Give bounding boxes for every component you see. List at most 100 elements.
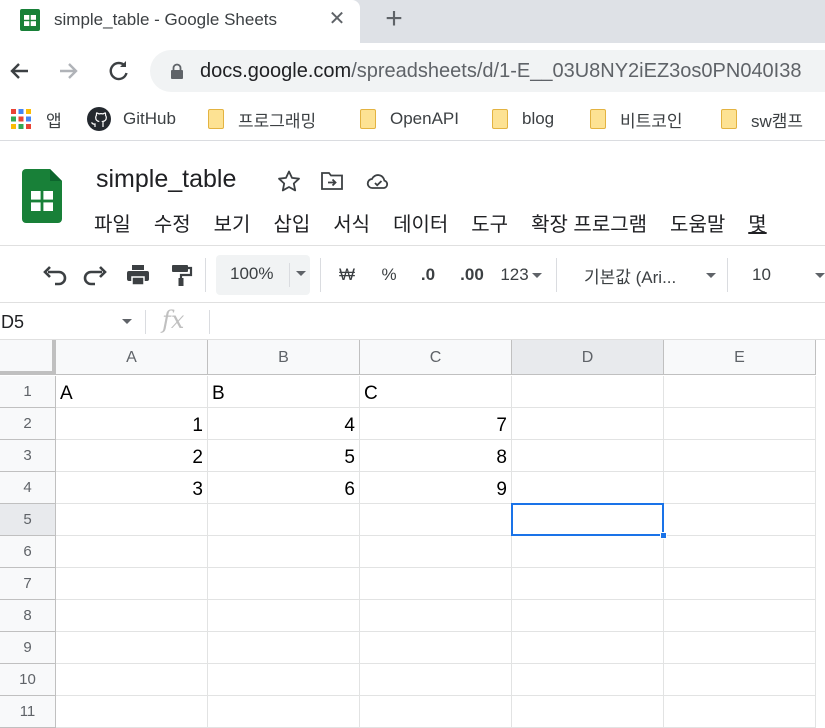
cell-e3[interactable] — [664, 440, 816, 472]
cell-c8[interactable] — [360, 600, 512, 632]
column-header-a[interactable]: A — [56, 340, 208, 375]
cell-d10[interactable] — [512, 664, 664, 696]
menu-tools[interactable]: 도구 — [471, 208, 508, 238]
cloud-saved-icon[interactable] — [366, 170, 390, 192]
row-header-11[interactable]: 11 — [0, 696, 56, 728]
cell-e11[interactable] — [664, 696, 816, 728]
cell-b5[interactable] — [208, 504, 360, 536]
cell-e2[interactable] — [664, 408, 816, 440]
cell-a1[interactable]: A — [56, 376, 208, 408]
menu-last-edit[interactable]: 몇 — [748, 208, 766, 238]
menu-file[interactable]: 파일 — [94, 208, 131, 238]
font-family-select[interactable]: 기본값 (Ari... — [584, 263, 716, 287]
cell-a5[interactable] — [56, 504, 208, 536]
menu-edit[interactable]: 수정 — [154, 208, 191, 238]
cell-e6[interactable] — [664, 536, 816, 568]
cell-e5[interactable] — [664, 504, 816, 536]
formula-input[interactable] — [212, 304, 825, 340]
cell-a2[interactable]: 1 — [56, 408, 208, 440]
select-all-corner[interactable] — [0, 340, 56, 375]
cell-c11[interactable] — [360, 696, 512, 728]
cell-e10[interactable] — [664, 664, 816, 696]
cell-c9[interactable] — [360, 632, 512, 664]
forward-arrow-icon[interactable] — [54, 57, 82, 85]
cell-c5[interactable] — [360, 504, 512, 536]
cell-a4[interactable]: 3 — [56, 472, 208, 504]
bookmark-folder-bitcoin[interactable]: 비트코인 — [590, 107, 683, 131]
row-header-7[interactable]: 7 — [0, 568, 56, 600]
cell-c7[interactable] — [360, 568, 512, 600]
cell-d4[interactable] — [512, 472, 664, 504]
cell-e4[interactable] — [664, 472, 816, 504]
redo-icon[interactable] — [82, 263, 110, 287]
row-header-5[interactable]: 5 — [0, 504, 56, 536]
bookmark-folder-openapi[interactable]: OpenAPI — [360, 107, 459, 131]
column-header-d[interactable]: D — [512, 340, 664, 375]
cell-e7[interactable] — [664, 568, 816, 600]
increase-decimal-button[interactable]: .00 — [456, 263, 488, 287]
bookmark-folder-programming[interactable]: 프로그래밍 — [208, 107, 316, 131]
cell-d6[interactable] — [512, 536, 664, 568]
cell-d2[interactable] — [512, 408, 664, 440]
cell-d3[interactable] — [512, 440, 664, 472]
cell-e1[interactable] — [664, 376, 816, 408]
cell-c4[interactable]: 9 — [360, 472, 512, 504]
cell-d5[interactable] — [512, 504, 664, 536]
cell-c6[interactable] — [360, 536, 512, 568]
cell-c3[interactable]: 8 — [360, 440, 512, 472]
bookmark-apps[interactable]: 앱 — [10, 107, 62, 131]
cell-d9[interactable] — [512, 632, 664, 664]
cell-c10[interactable] — [360, 664, 512, 696]
cell-c2[interactable]: 7 — [360, 408, 512, 440]
cell-b8[interactable] — [208, 600, 360, 632]
cell-b11[interactable] — [208, 696, 360, 728]
cell-e8[interactable] — [664, 600, 816, 632]
column-header-e[interactable]: E — [664, 340, 816, 375]
number-format-select[interactable]: 123 — [497, 263, 545, 287]
close-tab-icon[interactable]: ✕ — [324, 6, 350, 32]
star-icon[interactable] — [277, 170, 301, 192]
cell-d11[interactable] — [512, 696, 664, 728]
cell-a11[interactable] — [56, 696, 208, 728]
row-header-9[interactable]: 9 — [0, 632, 56, 664]
browser-tab[interactable]: simple_table - Google Sheets ✕ — [0, 0, 360, 43]
menu-view[interactable]: 보기 — [214, 208, 251, 238]
menu-data[interactable]: 데이터 — [393, 208, 448, 238]
menu-insert[interactable]: 삽입 — [273, 208, 310, 238]
reload-icon[interactable] — [104, 57, 132, 85]
column-header-c[interactable]: C — [360, 340, 512, 375]
fill-handle[interactable] — [660, 532, 667, 539]
bookmark-folder-blog[interactable]: blog — [492, 107, 554, 131]
percent-format-button[interactable]: % — [378, 263, 400, 287]
bookmark-github[interactable]: GitHub — [86, 107, 176, 131]
menu-extensions[interactable]: 확장 프로그램 — [531, 208, 647, 238]
row-header-6[interactable]: 6 — [0, 536, 56, 568]
cell-a6[interactable] — [56, 536, 208, 568]
cell-d8[interactable] — [512, 600, 664, 632]
cell-a3[interactable]: 2 — [56, 440, 208, 472]
row-header-8[interactable]: 8 — [0, 600, 56, 632]
cell-b9[interactable] — [208, 632, 360, 664]
cell-b7[interactable] — [208, 568, 360, 600]
font-size-select[interactable]: 10 — [752, 263, 825, 287]
move-to-folder-icon[interactable] — [320, 170, 344, 192]
cell-b6[interactable] — [208, 536, 360, 568]
cell-d7[interactable] — [512, 568, 664, 600]
back-arrow-icon[interactable] — [6, 57, 34, 85]
undo-icon[interactable] — [40, 263, 68, 287]
currency-format-button[interactable]: ₩ — [336, 263, 358, 287]
decrease-decimal-button[interactable]: .0 — [414, 263, 442, 287]
zoom-select[interactable]: 100% — [216, 255, 310, 295]
cell-b4[interactable]: 6 — [208, 472, 360, 504]
print-icon[interactable] — [124, 263, 152, 287]
bookmark-folder-swcamp[interactable]: sw캠프 — [721, 107, 803, 131]
name-box[interactable]: D5 — [0, 304, 145, 340]
cell-b10[interactable] — [208, 664, 360, 696]
row-header-4[interactable]: 4 — [0, 472, 56, 504]
cell-a7[interactable] — [56, 568, 208, 600]
cell-a9[interactable] — [56, 632, 208, 664]
row-header-10[interactable]: 10 — [0, 664, 56, 696]
menu-help[interactable]: 도움말 — [670, 208, 725, 238]
cell-d1[interactable] — [512, 376, 664, 408]
row-header-3[interactable]: 3 — [0, 440, 56, 472]
